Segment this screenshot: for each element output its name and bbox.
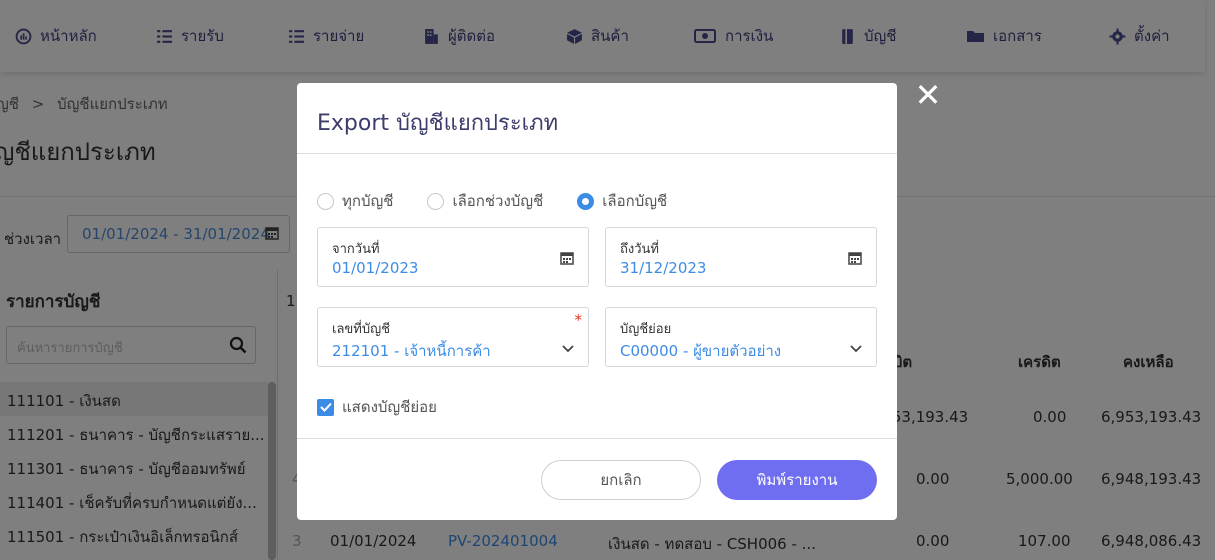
account-number-value: 212101 - เจ้าหนี้การค้า xyxy=(332,342,491,360)
sub-account-label: บัญชีย่อย xyxy=(620,322,672,337)
radio-label: เลือกบัญชี xyxy=(602,192,668,210)
divider xyxy=(297,438,897,439)
to-date-value: 31/12/2023 xyxy=(620,259,707,277)
account-number-select[interactable]: เลขที่บัญชี * 212101 - เจ้าหนี้การค้า xyxy=(317,307,589,367)
from-date-field[interactable]: จากวันที่ 01/01/2023 xyxy=(317,227,589,287)
radio-account-range[interactable]: เลือกช่วงบัญชี xyxy=(427,189,543,213)
radio-label: ทุกบัญชี xyxy=(342,192,394,210)
to-date-label: ถึงวันที่ xyxy=(620,242,659,257)
radio-circle[interactable] xyxy=(427,192,445,210)
radio-label: เลือกช่วงบัญชี xyxy=(452,192,544,210)
sub-account-value: C00000 - ผู้ขายตัวอย่าง xyxy=(620,342,782,360)
radio-all-accounts[interactable]: ทุกบัญชี xyxy=(317,189,393,213)
close-icon[interactable]: ✕ xyxy=(914,79,942,111)
cancel-button[interactable]: ยกเลิก xyxy=(541,460,701,500)
show-sub-account-checkbox[interactable]: แสดงบัญชีย่อย xyxy=(317,395,437,419)
radio-circle-selected[interactable] xyxy=(577,192,595,210)
to-date-field[interactable]: ถึงวันที่ 31/12/2023 xyxy=(605,227,877,287)
check-icon xyxy=(319,402,332,412)
from-date-value: 01/01/2023 xyxy=(332,259,419,277)
export-ledger-dialog: Export บัญชีแยกประเภท ทุกบัญชี เลือกช่วง… xyxy=(297,83,897,520)
radio-select-account[interactable]: เลือกบัญชี xyxy=(577,189,667,213)
calendar-icon[interactable] xyxy=(560,250,574,269)
radio-circle[interactable] xyxy=(317,192,334,210)
calendar-icon[interactable] xyxy=(848,250,862,269)
checkbox-label: แสดงบัญชีย่อย xyxy=(342,398,437,416)
account-scope-radio-group: ทุกบัญชี เลือกช่วงบัญชี เลือกบัญชี xyxy=(317,189,701,213)
chevron-down-icon[interactable] xyxy=(562,338,574,357)
from-date-label: จากวันที่ xyxy=(332,242,380,257)
chevron-down-icon[interactable] xyxy=(850,338,862,357)
sub-account-select[interactable]: บัญชีย่อย C00000 - ผู้ขายตัวอย่าง xyxy=(605,307,877,367)
account-number-label: เลขที่บัญชี xyxy=(332,322,391,337)
dialog-title: Export บัญชีแยกประเภท xyxy=(317,111,559,136)
divider xyxy=(297,153,897,154)
required-mark: * xyxy=(574,311,583,329)
print-report-button[interactable]: พิมพ์รายงาน xyxy=(717,460,877,500)
checkbox-checked[interactable] xyxy=(317,398,334,416)
